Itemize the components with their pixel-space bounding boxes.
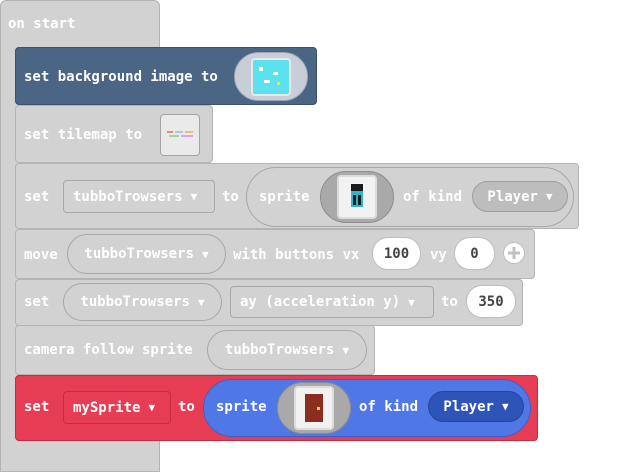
vy-input[interactable]: 0 xyxy=(454,237,495,270)
door-sprite-thumbnail-icon xyxy=(294,386,334,430)
variable-dropdown-tubbotrowsers[interactable]: tubboTrowsers ▼ xyxy=(63,180,215,213)
chevron-down-icon: ▼ xyxy=(501,400,509,413)
variable-dropdown-tubbotrowsers[interactable]: tubboTrowsers ▼ xyxy=(207,330,367,370)
on-start-label: on start xyxy=(8,16,76,32)
sprite-keyword: sprite xyxy=(259,189,310,205)
set-background-label: set background image to xyxy=(24,69,218,85)
variable-dropdown-mysprite[interactable]: mySprite ▼ xyxy=(63,391,171,424)
to-keyword: to xyxy=(441,294,458,310)
background-image-thumbnail-icon xyxy=(251,57,291,96)
background-image-slot[interactable] xyxy=(234,52,308,101)
tilemap-image-slot[interactable] xyxy=(160,114,200,156)
chevron-down-icon: ▼ xyxy=(408,295,415,309)
chevron-down-icon: ▼ xyxy=(148,401,156,414)
of-kind-keyword: of kind xyxy=(403,189,463,205)
set-tilemap-label: set tilemap to xyxy=(24,127,143,143)
variable-dropdown-tubbotrowsers[interactable]: tubboTrowsers ▼ xyxy=(63,283,222,321)
set-keyword: set xyxy=(24,189,50,205)
kind-dropdown-player[interactable]: Player ▼ xyxy=(428,391,524,422)
chevron-down-icon: ▼ xyxy=(201,247,209,261)
chevron-down-icon: ▼ xyxy=(342,343,350,357)
property-dropdown[interactable]: ay (acceleration y) ▼ xyxy=(230,286,434,318)
plus-icon xyxy=(505,244,523,262)
set-keyword: set xyxy=(24,294,50,310)
chevron-down-icon: ▼ xyxy=(545,190,553,203)
on-start-bottom-arm xyxy=(0,443,160,472)
tilemap-thumbnail-icon xyxy=(167,131,195,139)
to-keyword: to xyxy=(222,189,239,205)
camera-follow-label: camera follow sprite xyxy=(24,342,193,358)
add-parameter-button[interactable] xyxy=(503,242,525,264)
move-keyword: move xyxy=(24,247,58,263)
vx-input[interactable]: 100 xyxy=(372,237,421,270)
chevron-down-icon: ▼ xyxy=(197,295,205,309)
sprite-image-slot[interactable] xyxy=(320,171,394,223)
sprite-keyword: sprite xyxy=(216,399,267,415)
acceleration-value-input[interactable]: 350 xyxy=(466,285,516,318)
to-keyword: to xyxy=(178,399,195,415)
player-sprite-thumbnail-icon xyxy=(337,175,377,219)
kind-dropdown-player[interactable]: Player ▼ xyxy=(472,181,568,212)
of-kind-keyword: of kind xyxy=(359,399,419,415)
set-keyword: set xyxy=(24,399,50,415)
variable-dropdown-tubbotrowsers[interactable]: tubboTrowsers ▼ xyxy=(67,234,226,274)
vy-label: vy xyxy=(430,247,447,263)
sprite-image-slot[interactable] xyxy=(277,382,351,434)
with-buttons-vx-label: with buttons vx xyxy=(233,247,360,263)
chevron-down-icon: ▼ xyxy=(190,190,198,203)
